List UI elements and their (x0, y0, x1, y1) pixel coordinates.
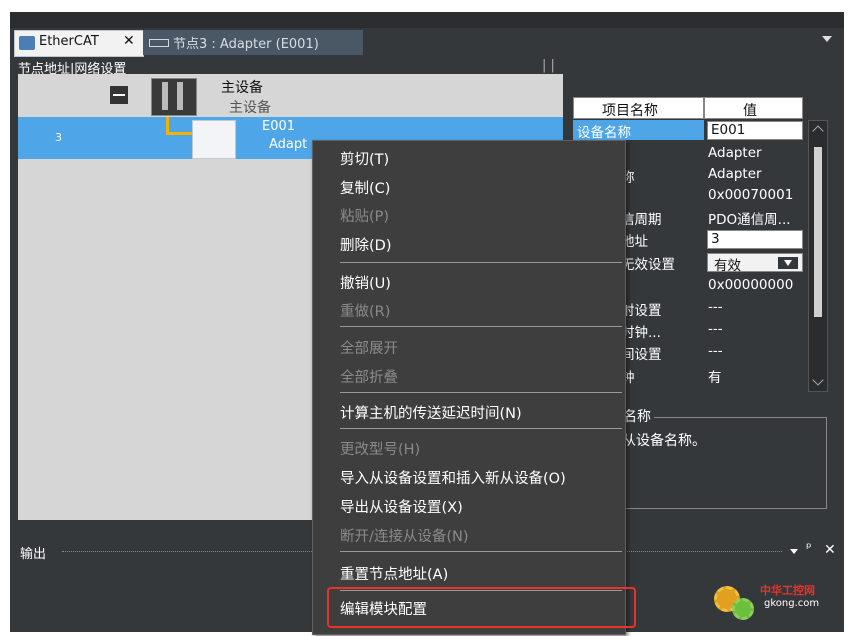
ethercat-icon (19, 36, 35, 50)
gear-icon-small (732, 598, 754, 620)
master-device-row[interactable]: 主设备 主设备 (18, 74, 563, 116)
device-icon (149, 39, 169, 47)
prop-value-4: PDO通信周... (708, 212, 791, 228)
prop-name-8: 射设置 (621, 303, 662, 319)
context-menu: 剪切(T) 复制(C) 粘贴(P) 删除(D) 撤销(U) 重做(R) 全部展开… (312, 140, 626, 635)
watermark-line2: gkong.com (764, 598, 820, 609)
scrollbar-thumb[interactable] (814, 147, 822, 317)
prop-name-4: 信周期 (621, 212, 662, 228)
menu-item-calc-delay[interactable]: 计算主机的传送延迟时间(N) (340, 402, 522, 423)
col-value-label: 值 (743, 103, 757, 119)
prop-row-selected[interactable]: 设备名称 (573, 120, 704, 141)
slave-device-icon[interactable] (192, 120, 236, 159)
menu-separator (340, 428, 622, 429)
output-close-icon[interactable]: ✕ (824, 542, 836, 558)
prop-value-2: Adapter (708, 166, 762, 182)
properties-header: 项目名称 值 (573, 97, 805, 119)
menu-item-collapse-all[interactable]: 全部折叠 (340, 366, 398, 387)
prop-name-0: 设备名称 (577, 125, 631, 141)
description-text: 从设备名称。 (622, 433, 706, 449)
menu-separator (340, 262, 622, 263)
menu-item-export-slave[interactable]: 导出从设备设置(X) (340, 496, 463, 517)
prop-value-8: --- (708, 299, 723, 315)
prop-value-10: --- (708, 343, 723, 359)
menu-item-copy[interactable]: 复制(C) (340, 177, 390, 198)
tab-node3-label: 节点3 : Adapter (E001) (173, 37, 319, 52)
tab-ethercat[interactable]: EtherCAT ✕ (14, 30, 144, 57)
device-name-input[interactable]: E001 (707, 121, 803, 140)
description-title-text: 名称 (623, 409, 651, 425)
menu-separator (340, 326, 622, 327)
highlight-box (327, 587, 636, 628)
scroll-up-icon[interactable] (812, 125, 824, 137)
menu-item-undo[interactable]: 撤销(U) (340, 272, 391, 293)
menu-separator (340, 551, 622, 552)
output-label: 输出 (20, 547, 47, 562)
menu-item-expand-all[interactable]: 全部展开 (340, 337, 398, 358)
dropdown-arrow-icon[interactable] (778, 257, 798, 269)
tab-ethercat-label: EtherCAT (39, 34, 99, 49)
splitter-icon[interactable]: | | (542, 58, 555, 73)
menu-item-cut[interactable]: 剪切(T) (340, 148, 389, 169)
prop-name-9: 时钟... (621, 325, 661, 341)
prop-value-0: E001 (711, 122, 746, 138)
prop-value-9: --- (708, 321, 723, 337)
menu-item-delete[interactable]: 删除(D) (340, 234, 391, 255)
prop-value-3: 0x00070001 (708, 187, 794, 203)
enable-select[interactable]: 有效 (707, 253, 803, 274)
connection-line-horizontal (166, 132, 192, 135)
slave-name: E001 (262, 119, 296, 134)
master-title: 主设备 (221, 80, 263, 96)
col-value-header[interactable]: 值 (704, 97, 803, 119)
slave-model: Adapt (269, 137, 308, 152)
prop-name-10: 间设置 (621, 347, 662, 363)
master-subtitle: 主设备 (229, 100, 271, 116)
menu-separator (340, 392, 622, 393)
menu-item-change-model[interactable]: 更改型号(H) (340, 438, 420, 459)
prop-value-6: 有效 (714, 258, 741, 274)
watermark-logo: 中华工控网 gkong.com (706, 578, 836, 626)
prop-value-7: 0x00000000 (708, 277, 794, 293)
window-top-bar (10, 12, 844, 28)
tab-dropdown-icon[interactable] (822, 36, 832, 42)
properties-scrollbar[interactable] (808, 120, 828, 392)
watermark-line1: 中华工控网 (760, 584, 815, 597)
tab-close-icon[interactable]: ✕ (123, 33, 135, 49)
network-panel-header: 节点地址|网络设置 | | (18, 58, 564, 77)
controller-icon (151, 78, 197, 116)
output-dropdown-icon[interactable] (790, 549, 798, 554)
pin-icon[interactable]: ᵖ (806, 541, 812, 556)
prop-name-6: 无效设置 (621, 257, 675, 273)
node-address-input[interactable]: 3 (707, 230, 803, 249)
prop-value-1: Adapter (708, 145, 762, 161)
menu-item-disconnect[interactable]: 断开/连接从设备(N) (340, 525, 469, 546)
scroll-down-icon[interactable] (812, 374, 824, 386)
node-address: 3 (55, 131, 62, 144)
prop-value-5: 3 (711, 231, 720, 247)
collapse-icon[interactable] (110, 86, 128, 104)
col-name-label: 项目名称 (602, 103, 658, 119)
prop-value-11: 有 (708, 370, 722, 386)
menu-item-reset-address[interactable]: 重置节点地址(A) (340, 563, 448, 584)
menu-item-paste[interactable]: 粘贴(P) (340, 205, 389, 226)
menu-item-redo[interactable]: 重做(R) (340, 300, 390, 321)
tab-node3-adapter[interactable]: 节点3 : Adapter (E001) (143, 30, 363, 55)
menu-item-import-slave[interactable]: 导入从设备设置和插入新从设备(O) (340, 467, 566, 488)
col-name-header[interactable]: 项目名称 (573, 97, 704, 119)
